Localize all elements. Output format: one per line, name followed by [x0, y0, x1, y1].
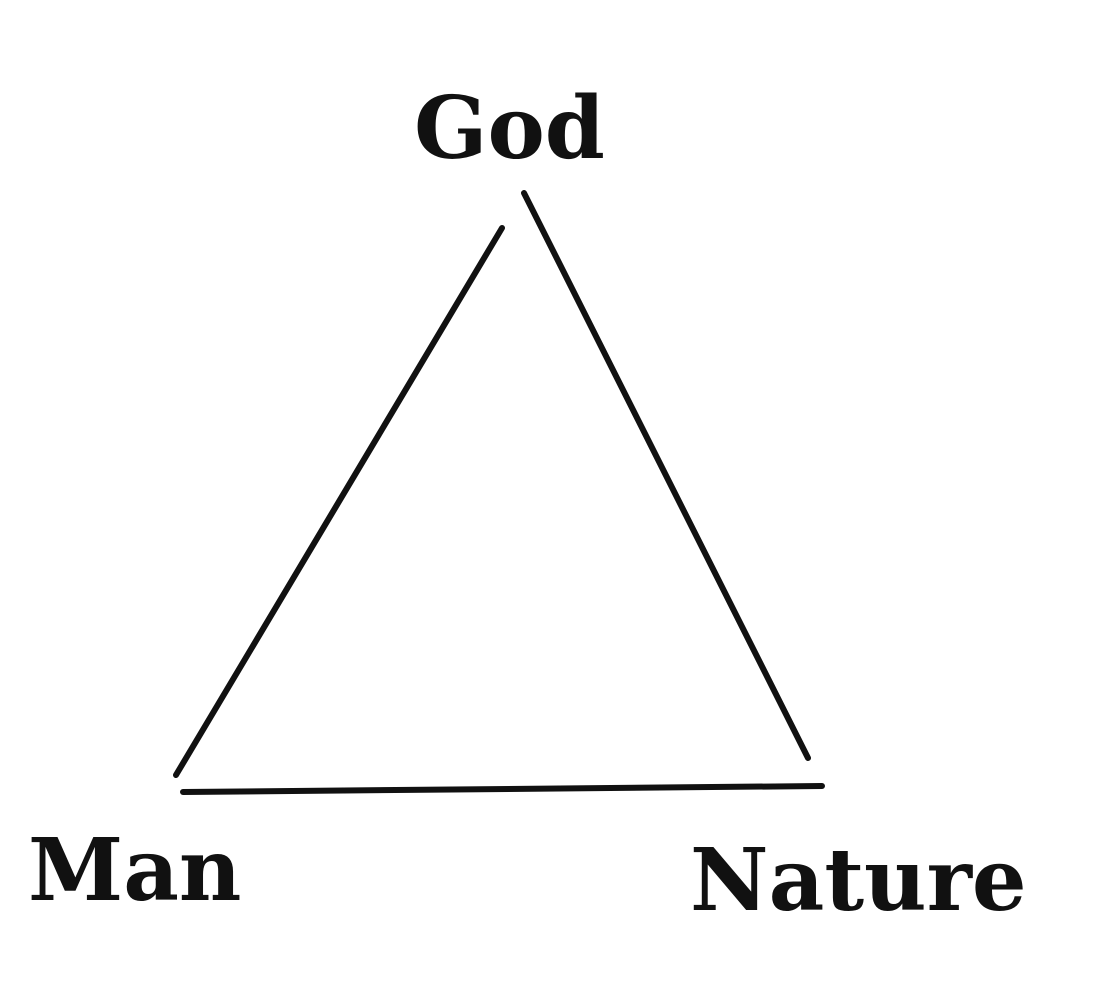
node-man: Man	[28, 820, 242, 921]
edge-god-man	[173, 225, 505, 778]
node-god: God	[414, 78, 605, 179]
edge-man-nature	[180, 783, 825, 795]
node-nature: Nature	[690, 830, 1027, 931]
edge-god-nature	[521, 190, 811, 761]
